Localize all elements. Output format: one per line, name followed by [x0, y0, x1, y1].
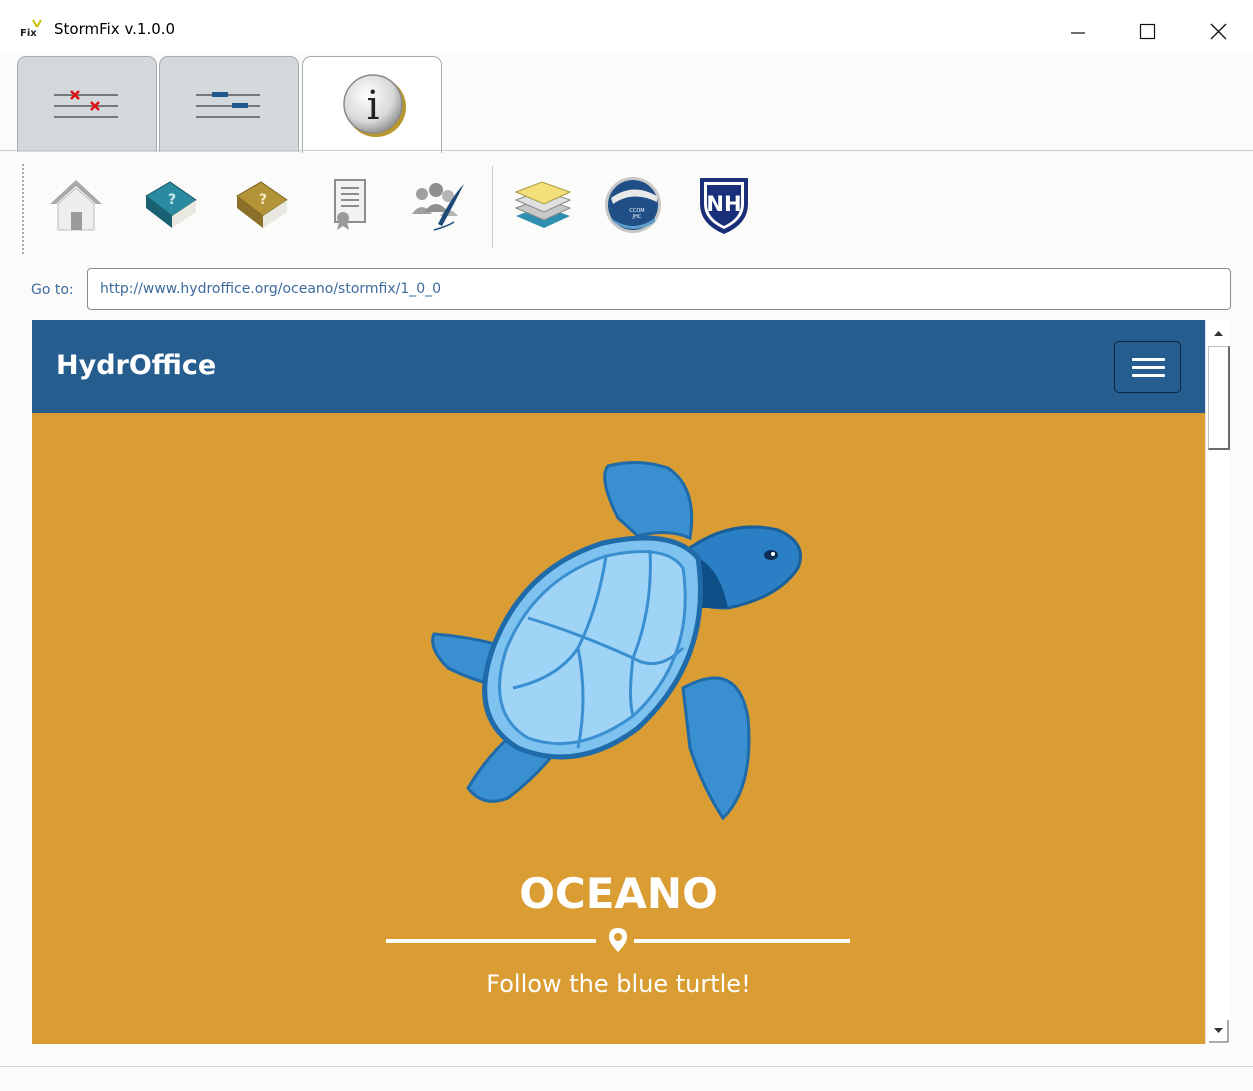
svg-text:?: ?: [168, 192, 176, 208]
stormfix-logo-icon: Fix: [20, 19, 42, 38]
divider-line-left: [386, 939, 596, 943]
info-icon: i: [343, 74, 406, 137]
authors-quill-icon: [412, 183, 464, 231]
toolbar-separator: [492, 166, 493, 248]
vertical-scrollbar[interactable]: [1205, 320, 1230, 1044]
url-input[interactable]: [87, 268, 1231, 310]
manual-book-blue-icon: ?: [145, 181, 197, 228]
menu-toggle-button[interactable]: [1114, 341, 1181, 393]
minimize-button[interactable]: [1054, 12, 1100, 48]
svg-text:?: ?: [259, 192, 267, 208]
manual-blue-button[interactable]: ?: [140, 174, 200, 234]
masthead: OCEANO Follow the blue turtle!: [32, 413, 1205, 1044]
toolbar-grip[interactable]: [22, 164, 24, 256]
close-icon: [1210, 23, 1227, 40]
web-view: HydrOffice OCEANO Follow the blue turtle…: [32, 320, 1230, 1044]
manual-book-gold-icon: ?: [236, 181, 288, 228]
scrollbar-thumb[interactable]: [1208, 346, 1230, 450]
page-heading: OCEANO: [519, 869, 718, 918]
svg-text:Fix: Fix: [20, 28, 37, 38]
home-icon: [50, 180, 102, 231]
home-button[interactable]: [46, 174, 106, 234]
divider-line-right: [634, 939, 850, 943]
ccom-jhc-logo-icon: CCOM JHC: [605, 177, 661, 233]
status-bar: [0, 1066, 1253, 1091]
close-button[interactable]: [1196, 12, 1242, 48]
svg-text:JHC: JHC: [632, 214, 642, 220]
scroll-down-arrow-icon[interactable]: [1206, 1018, 1231, 1044]
tab-info[interactable]: i: [302, 56, 442, 153]
tab-edit-lines[interactable]: [159, 56, 299, 152]
tab-fix-lines[interactable]: [17, 56, 157, 152]
map-pin-icon: [609, 928, 627, 952]
site-brand[interactable]: HydrOffice: [56, 350, 216, 381]
goto-label: Go to:: [31, 282, 74, 298]
lines-with-red-x-icon: [54, 90, 118, 118]
turtle-illustration: [431, 461, 802, 821]
title-bar: Fix StormFix v.1.0.0: [0, 0, 1253, 52]
authors-button[interactable]: [408, 174, 468, 234]
unh-logo-icon: NH: [700, 178, 748, 234]
hamburger-icon: [1132, 358, 1165, 361]
svg-text:i: i: [367, 83, 380, 129]
unh-button[interactable]: NH: [694, 174, 754, 234]
page-subheading: Follow the blue turtle!: [486, 970, 751, 998]
license-button[interactable]: [321, 174, 381, 234]
tab-underline: [0, 150, 1253, 151]
hydroffice-button[interactable]: [512, 174, 572, 234]
scroll-up-arrow-icon[interactable]: [1206, 320, 1231, 346]
maximize-icon: [1139, 23, 1156, 40]
svg-text:NH: NH: [706, 192, 741, 216]
license-certificate-icon: [334, 179, 366, 230]
site-navbar: HydrOffice: [32, 320, 1205, 413]
maximize-button[interactable]: [1124, 12, 1170, 48]
manual-gold-button[interactable]: ?: [231, 174, 291, 234]
ccom-button[interactable]: CCOM JHC: [603, 174, 663, 234]
lines-with-blue-marks-icon: [196, 92, 260, 118]
toolbar: ? ? CCOM JHC NH: [0, 156, 1253, 256]
minimize-icon: [1071, 32, 1085, 34]
window-title: StormFix v.1.0.0: [54, 20, 176, 38]
hydroffice-layers-icon: [514, 181, 572, 228]
tab-strip: i: [0, 52, 1253, 153]
